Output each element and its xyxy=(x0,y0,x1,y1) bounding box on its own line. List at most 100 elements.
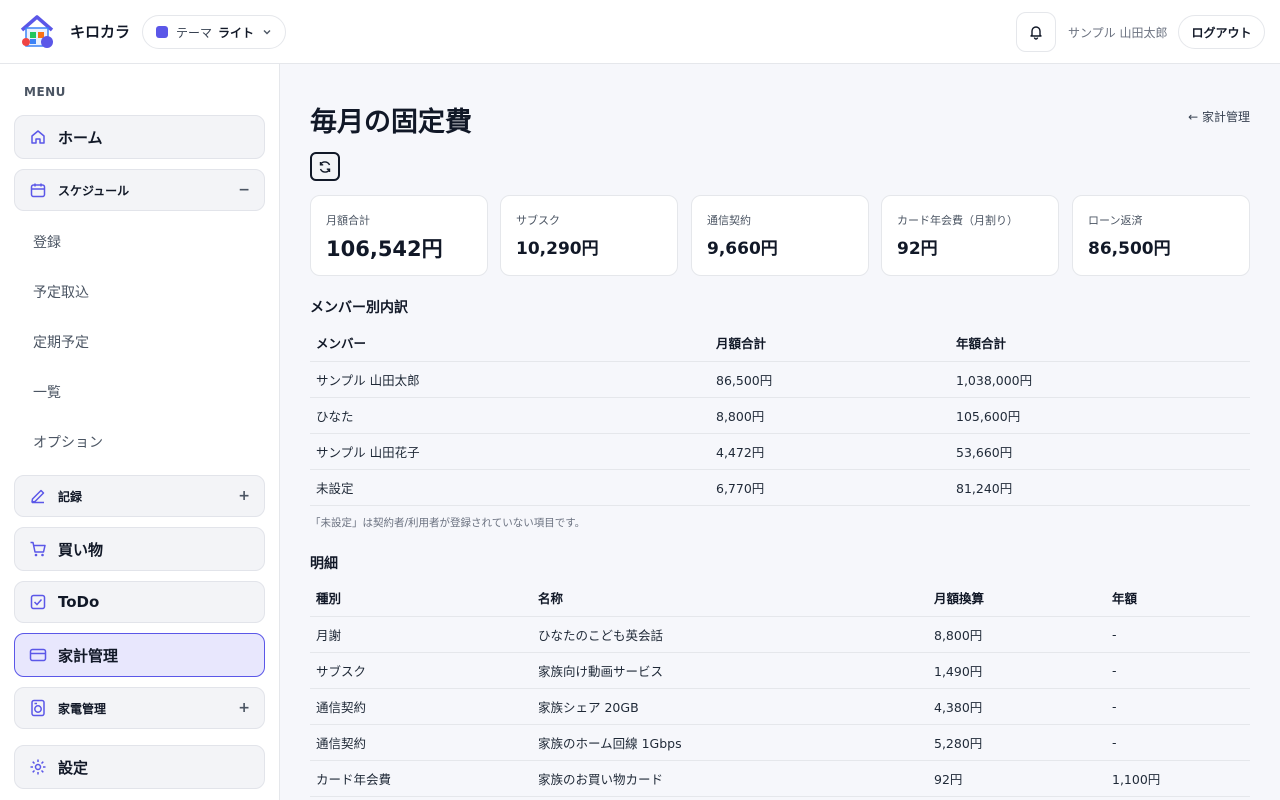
table-cell: 家族向け動画サービス xyxy=(532,652,928,689)
menu-heading: MENU xyxy=(24,85,66,99)
table-cell: 4,472円 xyxy=(710,433,950,470)
sidebar-item-label: 家計管理 xyxy=(58,646,119,665)
table-row: 未設定 6,770円 81,240円 xyxy=(310,469,1250,506)
sidebar-item-label: 記録 xyxy=(58,489,83,504)
sidebar-subitem-options[interactable]: オプション xyxy=(33,432,103,452)
theme-color-swatch xyxy=(156,26,168,38)
credit-card-icon xyxy=(29,646,47,664)
stat-value: 106,542円 xyxy=(326,237,443,261)
table-cell: サンプル 山田花子 xyxy=(310,433,710,470)
column-header: メンバー xyxy=(310,325,710,362)
table-cell: サブスク xyxy=(310,652,532,689)
stat-value: 10,290円 xyxy=(516,239,599,259)
table-cell: 92円 xyxy=(928,760,1106,797)
stat-value: 86,500円 xyxy=(1088,239,1171,259)
stat-card-card-fee: カード年会費（月割り） 92円 xyxy=(881,195,1059,276)
sidebar-item-appliances[interactable]: 家電管理 + xyxy=(14,687,265,729)
detail-table: 種別 名称 月額換算 年額 月謝 ひなたのこども英会話 8,800円 - サブス… xyxy=(310,580,1250,797)
checkbox-icon xyxy=(29,593,47,611)
stat-label: 通信契約 xyxy=(707,214,751,227)
table-cell: 53,660円 xyxy=(950,433,1250,470)
theme-selector[interactable]: テーマ ライト xyxy=(142,15,286,49)
detail-title: 明細 xyxy=(310,556,338,572)
refresh-icon xyxy=(319,160,331,173)
table-row: カード年会費 家族のお買い物カード 92円 1,100円 xyxy=(310,760,1250,797)
stat-label: 月額合計 xyxy=(326,214,370,227)
table-row: 通信契約 家族のホーム回線 1Gbps 5,280円 - xyxy=(310,724,1250,761)
sidebar-item-todo[interactable]: ToDo xyxy=(14,581,265,623)
table-row: ひなた 8,800円 105,600円 xyxy=(310,397,1250,434)
app-logo-icon[interactable] xyxy=(18,12,56,50)
table-cell: 家族シェア 20GB xyxy=(532,688,928,725)
member-breakdown-title: メンバー別内訳 xyxy=(310,300,408,316)
table-cell: 家族のお買い物カード xyxy=(532,760,928,797)
sidebar-subitem-register[interactable]: 登録 xyxy=(33,232,61,252)
gear-icon xyxy=(29,758,47,776)
table-cell: - xyxy=(1106,688,1250,725)
stat-value: 9,660円 xyxy=(707,239,778,259)
table-row: 通信契約 家族シェア 20GB 4,380円 - xyxy=(310,688,1250,725)
stat-card-telecom: 通信契約 9,660円 xyxy=(691,195,869,276)
stat-card-loan: ローン返済 86,500円 xyxy=(1072,195,1250,276)
table-cell: 105,600円 xyxy=(950,397,1250,434)
table-cell: 8,800円 xyxy=(710,397,950,434)
home-icon xyxy=(29,128,47,146)
sidebar-item-home[interactable]: ホーム xyxy=(14,115,265,159)
table-cell: ひなた xyxy=(310,397,710,434)
app-brand-name[interactable]: キロカラ xyxy=(70,21,130,42)
table-row: サンプル 山田太郎 86,500円 1,038,000円 xyxy=(310,361,1250,398)
main-content: 毎月の固定費 ← 家計管理 月額合計 106,542円 サブスク 10,290円… xyxy=(280,64,1280,800)
column-header: 種別 xyxy=(310,580,532,617)
sidebar-item-label: 家電管理 xyxy=(58,701,107,716)
notifications-button[interactable] xyxy=(1016,12,1056,52)
sidebar-item-schedule[interactable]: スケジュール − xyxy=(14,169,265,211)
table-cell: サンプル 山田太郎 xyxy=(310,361,710,398)
stat-card-subscriptions: サブスク 10,290円 xyxy=(500,195,678,276)
sidebar-subitem-import[interactable]: 予定取込 xyxy=(33,282,89,302)
table-cell: 1,100円 xyxy=(1106,760,1250,797)
collapse-icon[interactable]: − xyxy=(238,182,250,198)
table-cell: 通信契約 xyxy=(310,688,532,725)
column-header: 年額 xyxy=(1106,580,1250,617)
table-header-row: メンバー 月額合計 年額合計 xyxy=(310,325,1250,362)
page-title: 毎月の固定費 xyxy=(310,107,472,138)
calendar-icon xyxy=(29,181,47,199)
column-header: 名称 xyxy=(532,580,928,617)
stat-label: カード年会費（月割り） xyxy=(897,214,1018,227)
table-cell: 1,038,000円 xyxy=(950,361,1250,398)
table-cell: 4,380円 xyxy=(928,688,1106,725)
sidebar-item-label: 買い物 xyxy=(58,540,104,559)
table-cell: 1,490円 xyxy=(928,652,1106,689)
top-header: キロカラ テーマ ライト サンプル 山田太郎 ログアウト xyxy=(0,0,1280,64)
table-cell: 86,500円 xyxy=(710,361,950,398)
member-breakdown-table: メンバー 月額合計 年額合計 サンプル 山田太郎 86,500円 1,038,0… xyxy=(310,325,1250,506)
back-to-household-link[interactable]: ← 家計管理 xyxy=(1188,108,1250,125)
expand-icon[interactable]: + xyxy=(238,488,250,504)
theme-value: ライト xyxy=(218,25,255,40)
table-cell: 通信契約 xyxy=(310,724,532,761)
table-cell: ひなたのこども英会話 xyxy=(532,616,928,653)
logout-button[interactable]: ログアウト xyxy=(1178,15,1265,49)
sidebar-item-label: ToDo xyxy=(58,593,100,611)
sidebar-subitem-recurring[interactable]: 定期予定 xyxy=(33,332,89,352)
sidebar-item-settings[interactable]: 設定 xyxy=(14,745,265,789)
refresh-button[interactable] xyxy=(310,152,340,181)
column-header: 年額合計 xyxy=(950,325,1250,362)
sidebar-item-household[interactable]: 家計管理 xyxy=(14,633,265,677)
table-cell: 月謝 xyxy=(310,616,532,653)
table-cell: 8,800円 xyxy=(928,616,1106,653)
sidebar-item-shopping[interactable]: 買い物 xyxy=(14,527,265,571)
cart-icon xyxy=(29,540,47,558)
sidebar-item-label: ホーム xyxy=(58,128,103,147)
pencil-icon xyxy=(29,487,47,505)
washer-icon xyxy=(29,699,47,717)
sidebar-item-label: スケジュール xyxy=(58,183,130,198)
sidebar-subitem-list[interactable]: 一覧 xyxy=(33,382,61,402)
expand-icon[interactable]: + xyxy=(238,700,250,716)
stat-label: サブスク xyxy=(516,214,560,227)
table-cell: 6,770円 xyxy=(710,469,950,506)
theme-label: テーマ xyxy=(176,25,213,40)
stat-card-monthly-total: 月額合計 106,542円 xyxy=(310,195,488,276)
table-cell: カード年会費 xyxy=(310,760,532,797)
sidebar-item-records[interactable]: 記録 + xyxy=(14,475,265,517)
